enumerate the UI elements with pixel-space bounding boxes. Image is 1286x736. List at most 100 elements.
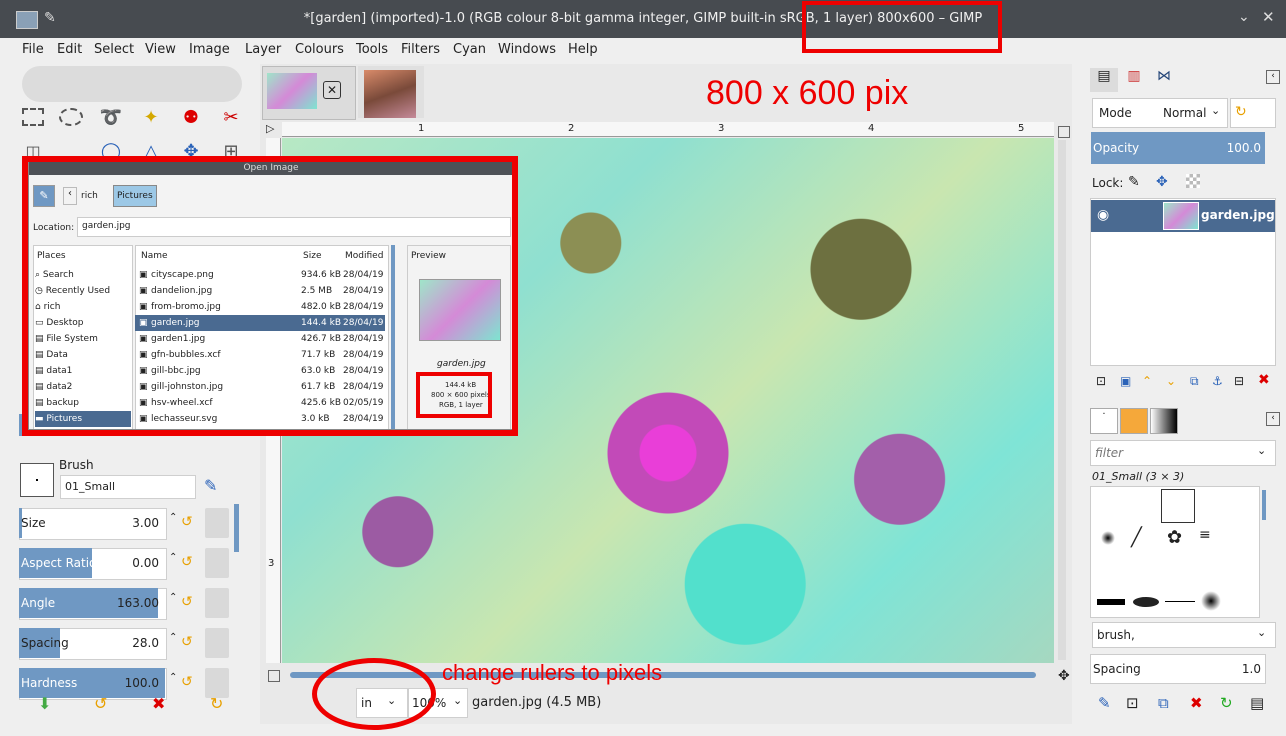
brush-tag-input[interactable]: brush, ⌄ — [1092, 622, 1276, 648]
delete-brush-icon[interactable]: ✖ — [1190, 694, 1203, 712]
brushes-tab-icon[interactable]: · — [1090, 408, 1118, 434]
spin-arrows-icon[interactable]: ⌃ — [169, 552, 177, 563]
paths-tab-icon[interactable]: ⋈ — [1150, 68, 1178, 92]
lock-pixels-icon[interactable]: ✎ — [1128, 174, 1140, 190]
edit-brush-icon[interactable]: ✎ — [204, 476, 217, 495]
patterns-tab-icon[interactable] — [1120, 408, 1148, 434]
reset-value-icon[interactable]: ↺ — [181, 554, 193, 570]
layers-tab-icon[interactable]: ▤ — [1090, 68, 1118, 92]
spin-arrows-icon[interactable]: ⌃ — [169, 512, 177, 523]
duplicate-layer-icon[interactable]: ⧉ — [1190, 374, 1199, 389]
channels-tab-icon[interactable]: ▥ — [1120, 68, 1148, 92]
delete-options-icon[interactable]: ✖ — [152, 694, 165, 713]
tool-options-scrollbar[interactable] — [234, 504, 239, 552]
restore-options-icon[interactable]: ↺ — [94, 694, 107, 713]
delete-layer-icon[interactable]: ✖ — [1258, 372, 1270, 388]
vertical-scrollbar[interactable] — [1058, 140, 1066, 660]
brush-selected-cell[interactable] — [1161, 489, 1195, 523]
brush-grid[interactable]: ╱ ✿ ≡ — [1090, 486, 1260, 618]
reset-value-icon[interactable]: ↺ — [181, 594, 193, 610]
fuzzy-select-tool-icon[interactable]: ✦ — [136, 102, 166, 132]
menu-view[interactable]: View — [145, 42, 176, 57]
gradients-tab-icon[interactable] — [1150, 408, 1178, 434]
scissors-tool-icon[interactable]: ✂ — [216, 102, 246, 132]
menu-arrow-icon[interactable]: ▷ — [266, 122, 280, 136]
brush-filter-input[interactable]: filter ⌄ — [1090, 440, 1276, 466]
link-dynamics-icon[interactable] — [205, 548, 229, 578]
zoom-toggle-icon[interactable] — [1058, 126, 1070, 138]
layer-opacity-slider[interactable]: Opacity 100.0 — [1091, 132, 1265, 164]
save-options-icon[interactable]: ⬇ — [38, 694, 51, 713]
anchor-layer-icon[interactable]: ⚓ — [1212, 374, 1223, 388]
lock-alpha-icon[interactable] — [1186, 174, 1200, 188]
lower-layer-icon[interactable]: ⌄ — [1166, 374, 1176, 388]
brush-cell[interactable]: ≡ — [1199, 527, 1211, 543]
brush-cell[interactable]: ╱ — [1131, 527, 1142, 548]
menu-file[interactable]: File — [22, 42, 44, 57]
ellipse-select-tool-icon[interactable] — [56, 102, 86, 132]
slider-size[interactable]: Size 3.00 ⌃ ↺ — [19, 506, 233, 540]
spin-arrows-icon[interactable]: ⌃ — [169, 592, 177, 603]
layer-row-garden[interactable]: ◉ garden.jpg — [1091, 200, 1275, 232]
composite-mode-select[interactable]: ↻ — [1230, 98, 1276, 128]
menu-help[interactable]: Help — [568, 42, 598, 57]
reset-value-icon[interactable]: ↺ — [181, 514, 193, 530]
horizontal-ruler[interactable]: 1 2 3 4 5 — [282, 122, 1054, 137]
reset-options-icon[interactable]: ↻ — [210, 694, 223, 713]
link-dynamics-icon[interactable] — [205, 588, 229, 618]
brush-cell[interactable] — [1133, 597, 1159, 607]
brush-preview[interactable] — [20, 463, 54, 497]
close-icon[interactable]: ✕ — [1262, 8, 1275, 26]
select-by-color-tool-icon[interactable]: ⚉ — [176, 102, 206, 132]
menu-select[interactable]: Select — [94, 42, 134, 57]
minimize-icon[interactable]: ⌄ — [1238, 9, 1250, 25]
slider-angle[interactable]: Angle 163.00 ⌃ ↺ — [19, 586, 233, 620]
navigate-icon[interactable]: ✥ — [1058, 668, 1070, 684]
menu-windows[interactable]: Windows — [498, 42, 556, 57]
brush-cell[interactable] — [1201, 591, 1221, 611]
eye-icon[interactable]: ◉ — [1097, 207, 1109, 223]
menu-filters[interactable]: Filters — [401, 42, 440, 57]
link-dynamics-icon[interactable] — [205, 628, 229, 658]
menu-colours[interactable]: Colours — [295, 42, 344, 57]
menu-edit[interactable]: Edit — [57, 42, 82, 57]
image-tab-other[interactable] — [358, 66, 424, 118]
menu-image[interactable]: Image — [189, 42, 230, 57]
lock-position-icon[interactable]: ✥ — [1156, 174, 1168, 190]
refresh-brushes-icon[interactable]: ↻ — [1220, 694, 1233, 712]
mode-select[interactable]: Mode Normal ⌄ — [1092, 98, 1228, 128]
open-brush-as-image-icon[interactable]: ▤ — [1250, 694, 1264, 712]
dock-menu-icon[interactable]: ‹ — [1266, 70, 1280, 84]
slider-aspect-ratio[interactable]: Aspect Ratio 0.00 ⌃ ↺ — [19, 546, 233, 580]
brush-cell[interactable] — [1097, 599, 1125, 605]
slider-spacing[interactable]: Spacing 28.0 ⌃ ↺ — [19, 626, 233, 660]
brush-tag-value: brush, — [1097, 628, 1135, 642]
close-tab-icon[interactable]: ✕ — [323, 81, 341, 99]
image-tab-garden[interactable]: ✕ — [262, 66, 356, 120]
edit-brush-icon[interactable]: ✎ — [1098, 694, 1111, 712]
reset-value-icon[interactable]: ↺ — [181, 674, 193, 690]
new-layer-icon[interactable]: ▣ — [1120, 374, 1131, 388]
menu-cyan[interactable]: Cyan — [453, 42, 486, 57]
merge-layer-icon[interactable]: ⊟ — [1234, 374, 1244, 388]
dock-menu-icon[interactable]: ‹ — [1266, 412, 1280, 426]
duplicate-brush-icon[interactable]: ⧉ — [1158, 694, 1169, 712]
link-dynamics-icon[interactable] — [205, 508, 229, 538]
brush-name-field[interactable]: 01_Small — [60, 475, 196, 499]
brush-cell[interactable] — [1165, 601, 1195, 602]
spin-arrows-icon[interactable]: ⌃ — [169, 672, 177, 683]
raise-layer-icon[interactable]: ⌃ — [1142, 374, 1152, 388]
new-brush-icon[interactable]: ⊡ — [1126, 694, 1139, 712]
quick-mask-toggle[interactable] — [268, 670, 280, 682]
free-select-tool-icon[interactable]: ➰ — [96, 102, 126, 132]
brush-spacing-slider[interactable]: Spacing 1.0 — [1090, 654, 1266, 684]
brush-grid-scrollbar[interactable] — [1262, 490, 1266, 520]
new-layer-group-icon[interactable]: ⊡ — [1096, 374, 1106, 388]
brush-cell[interactable]: ✿ — [1167, 527, 1182, 548]
rect-select-tool-icon[interactable] — [18, 102, 48, 132]
menu-tools[interactable]: Tools — [356, 42, 388, 57]
menu-layer[interactable]: Layer — [245, 42, 281, 57]
reset-value-icon[interactable]: ↺ — [181, 634, 193, 650]
brush-cell[interactable] — [1101, 531, 1115, 545]
spin-arrows-icon[interactable]: ⌃ — [169, 632, 177, 643]
